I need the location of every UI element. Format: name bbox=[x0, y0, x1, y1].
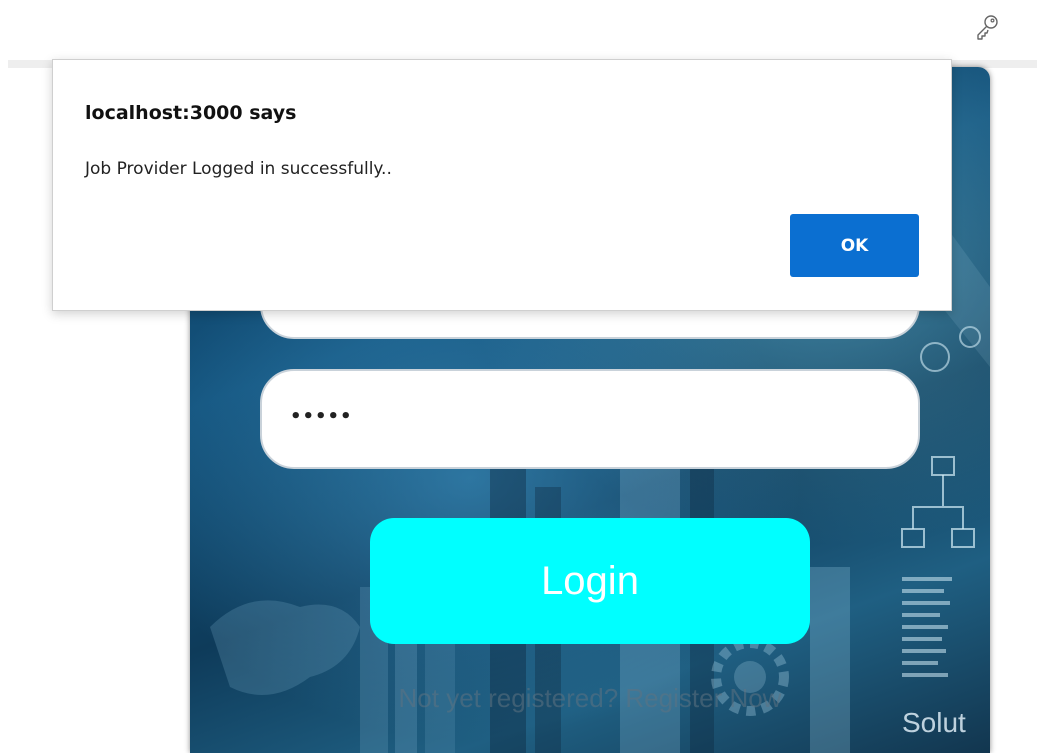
login-button[interactable]: Login bbox=[370, 518, 810, 644]
alert-dialog: localhost:3000 says Job Provider Logged … bbox=[52, 59, 952, 311]
dialog-message: Job Provider Logged in successfully.. bbox=[85, 159, 392, 179]
key-icon[interactable] bbox=[972, 12, 1002, 42]
dialog-title: localhost:3000 says bbox=[85, 102, 297, 124]
background-solutions-text: Solut bbox=[902, 707, 966, 738]
register-link[interactable]: Not yet registered? Register Now bbox=[190, 683, 990, 714]
password-field[interactable]: ••••• bbox=[260, 369, 920, 469]
ok-button[interactable]: OK bbox=[790, 214, 919, 277]
